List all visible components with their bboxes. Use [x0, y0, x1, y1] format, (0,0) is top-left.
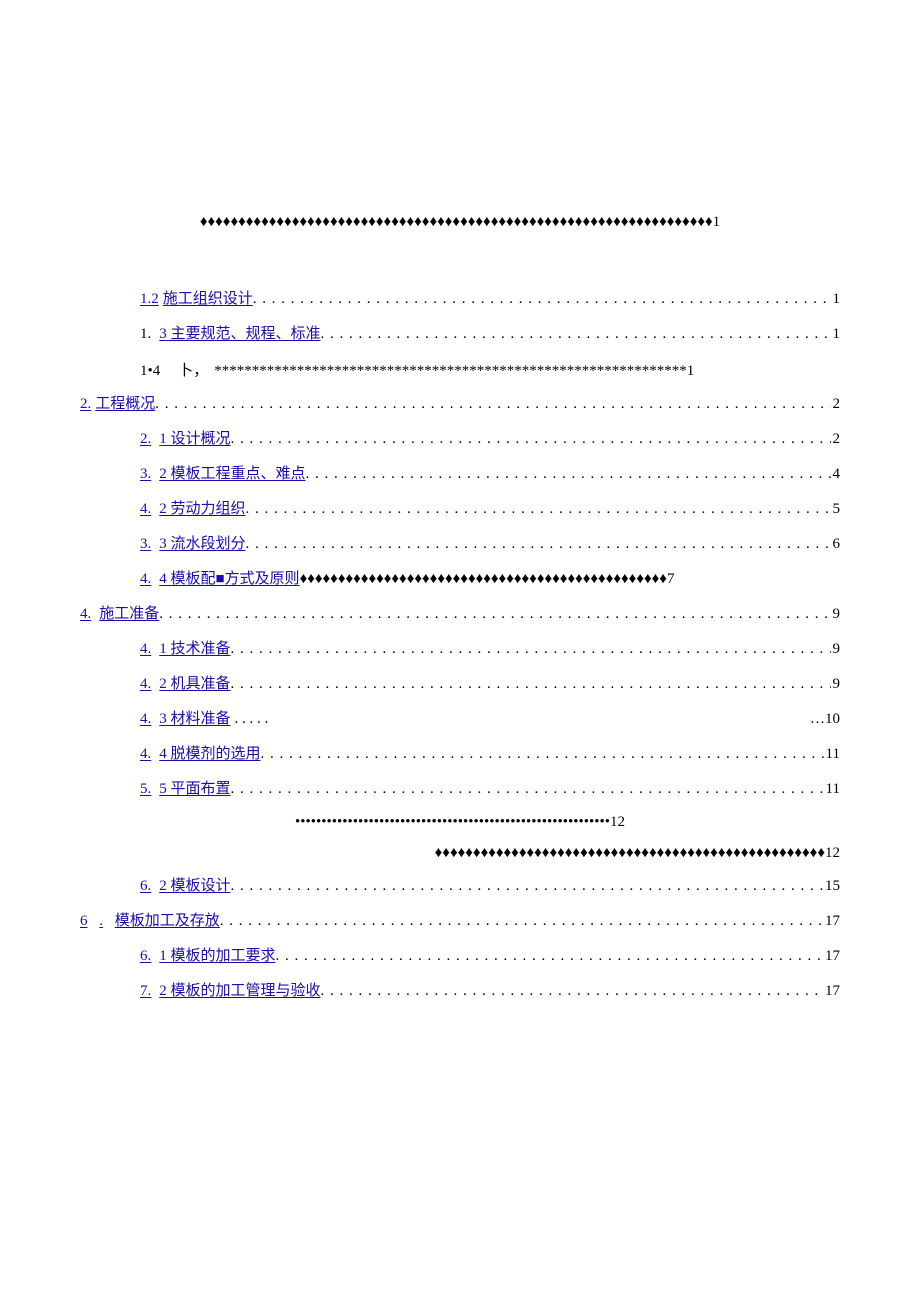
toc-entry-1-2: 1.2施工组织设计 1 [140, 289, 840, 310]
toc-entry-4-2a: 4.2 劳动力组织 5 [140, 499, 840, 520]
toc-page-no: 17 [825, 981, 840, 1002]
toc-page-no: 9 [833, 639, 841, 660]
top-margin-spacer [80, 60, 840, 200]
toc-leader [231, 674, 831, 695]
toc-link-4-1[interactable]: 4.1 技术准备 [140, 639, 231, 660]
toc-entry-4-2b: 4.2 机具准备 9 [140, 674, 840, 695]
toc-link-4-2b[interactable]: 4.2 机具准备 [140, 674, 231, 695]
toc-link-6-1[interactable]: 6.1 模板的加工要求 [140, 946, 276, 967]
toc-entry-1-4: 1•4 卜， *********************************… [140, 359, 780, 380]
toc-top-fill-line: ♦♦♦♦♦♦♦♦♦♦♦♦♦♦♦♦♦♦♦♦♦♦♦♦♦♦♦♦♦♦♦♦♦♦♦♦♦♦♦♦… [80, 214, 840, 231]
toc-leader [253, 289, 831, 310]
toc-link-2-1[interactable]: 2.1 设计概况 [140, 429, 231, 450]
toc-link-6[interactable]: 6 . 模板加工及存放 [80, 911, 220, 932]
toc-4-4a-fill: ♦♦♦♦♦♦♦♦♦♦♦♦♦♦♦♦♦♦♦♦♦♦♦♦♦♦♦♦♦♦♦♦♦♦♦♦♦♦♦♦… [300, 569, 675, 590]
toc-page-no: 9 [833, 674, 841, 695]
toc-entry-4-4b: 4.4 脱模剂的选用 11 [140, 744, 840, 765]
toc-leader [276, 946, 823, 967]
toc-entry-7-2: 7.2 模板的加工管理与验收 17 [140, 981, 840, 1002]
toc-leader [231, 639, 831, 660]
toc-entry-2-1: 2.1 设计概况 2 [140, 429, 840, 450]
toc-page-no: 11 [826, 779, 840, 800]
toc-page-no: 2 [833, 394, 841, 415]
toc-page-no: 1 [833, 289, 841, 310]
toc-leader [321, 981, 823, 1002]
toc-leader [231, 779, 824, 800]
toc-leader [246, 499, 831, 520]
toc-entry-6: 6 . 模板加工及存放 17 [80, 911, 840, 932]
toc-leader [231, 429, 831, 450]
toc-entry-4-3: 4.3 材料准备 . . . . . …10 [140, 709, 840, 730]
toc-leader [220, 911, 823, 932]
toc-page-no: 17 [825, 911, 840, 932]
toc-entry-6-2: 6.2 模板设计 15 [140, 876, 840, 897]
toc-link-5-5[interactable]: 5.5 平面布置 [140, 779, 231, 800]
toc-entry-4-1: 4.1 技术准备 9 [140, 639, 840, 660]
toc-link-6-2[interactable]: 6.2 模板设计 [140, 876, 231, 897]
toc-page-no: 9 [833, 604, 841, 625]
toc-link-1-2[interactable]: 1.2施工组织设计 [140, 289, 253, 310]
toc-mid-fill-bullets: ••••••••••••••••••••••••••••••••••••••••… [80, 814, 840, 831]
toc-1-4-fill: ****************************************… [214, 363, 694, 380]
toc-page-no: 11 [826, 744, 840, 765]
toc-entry-6-1: 6.1 模板的加工要求 17 [140, 946, 840, 967]
toc-mid-fill-diamonds: ♦♦♦♦♦♦♦♦♦♦♦♦♦♦♦♦♦♦♦♦♦♦♦♦♦♦♦♦♦♦♦♦♦♦♦♦♦♦♦♦… [80, 845, 840, 862]
top-fill-diamonds: ♦♦♦♦♦♦♦♦♦♦♦♦♦♦♦♦♦♦♦♦♦♦♦♦♦♦♦♦♦♦♦♦♦♦♦♦♦♦♦♦… [200, 214, 720, 231]
toc-page-no: 5 [833, 499, 841, 520]
toc-link-7-2[interactable]: 7.2 模板的加工管理与验收 [140, 981, 321, 1002]
toc-1-4-mid: 卜， [178, 359, 208, 380]
toc-entry-4: 4.施工准备 9 [80, 604, 840, 625]
toc-entry-2: 2.工程概况 2 [80, 394, 840, 415]
toc-leader [306, 464, 831, 485]
toc-link-4-4b[interactable]: 4.4 脱模剂的选用 [140, 744, 261, 765]
toc-entry-3-2a: 3.2 模板工程重点、难点 4 [140, 464, 840, 485]
toc-entry-4-4a: 4.4 模板配■方式及原则 ♦♦♦♦♦♦♦♦♦♦♦♦♦♦♦♦♦♦♦♦♦♦♦♦♦♦… [140, 569, 840, 590]
toc-link-4-3[interactable]: 4.3 材料准备 [140, 709, 231, 730]
toc-4-3-trail-right: …10 [810, 709, 840, 730]
toc-leader [321, 324, 831, 345]
toc-entry-3-3: 3.3 流水段划分 6 [140, 534, 840, 555]
toc-link-2[interactable]: 2.工程概况 [80, 394, 155, 415]
toc-link-4-4a[interactable]: 4.4 模板配■方式及原则 [140, 569, 300, 590]
toc-page-no: 17 [825, 946, 840, 967]
toc-page-no: 1 [833, 324, 841, 345]
toc-entry-1-3: 1.3 主要规范、规程、标准 1 [140, 324, 840, 345]
document-page: ♦♦♦♦♦♦♦♦♦♦♦♦♦♦♦♦♦♦♦♦♦♦♦♦♦♦♦♦♦♦♦♦♦♦♦♦♦♦♦♦… [0, 0, 920, 1301]
toc-1-4-num: 1•4 [140, 363, 160, 380]
toc-leader [246, 534, 831, 555]
toc-page-no: 6 [833, 534, 841, 555]
toc-page-no: 2 [833, 429, 841, 450]
toc-page-no: 4 [833, 464, 841, 485]
toc-link-4[interactable]: 4.施工准备 [80, 604, 159, 625]
toc-link-3-3[interactable]: 3.3 流水段划分 [140, 534, 246, 555]
toc-link-4-2a[interactable]: 4.2 劳动力组织 [140, 499, 246, 520]
toc-leader [261, 744, 824, 765]
toc-page-no: 15 [825, 876, 840, 897]
toc-leader [155, 394, 830, 415]
toc-leader [231, 876, 823, 897]
toc-leader [159, 604, 830, 625]
toc-link-1-3[interactable]: 1.3 主要规范、规程、标准 [140, 324, 321, 345]
toc-4-3-trail-left: . . . . . [235, 709, 269, 730]
toc-entry-5-5: 5.5 平面布置 11 [140, 779, 840, 800]
toc-link-3-2a[interactable]: 3.2 模板工程重点、难点 [140, 464, 306, 485]
